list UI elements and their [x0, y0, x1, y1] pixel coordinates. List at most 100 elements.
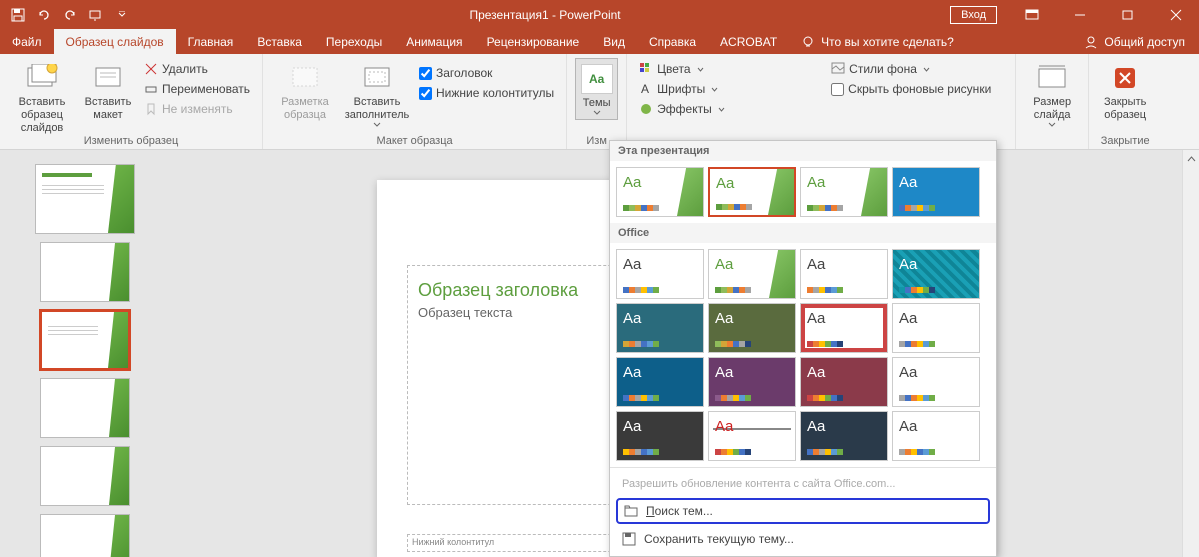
close-master-view-button[interactable]: Закрыть образец: [1097, 58, 1153, 126]
theme-item[interactable]: Aa: [892, 167, 980, 217]
group-size: Размер слайда: [1016, 54, 1089, 149]
theme-item[interactable]: Aa: [616, 357, 704, 407]
theme-item[interactable]: Aa: [800, 411, 888, 461]
preserve-button: Не изменять: [140, 100, 254, 118]
tab-review[interactable]: Рецензирование: [475, 29, 592, 54]
theme-item[interactable]: Aa: [800, 303, 888, 353]
placeholder-icon: [361, 62, 393, 94]
themes-button[interactable]: Aa Темы: [575, 58, 618, 120]
scroll-up-button[interactable]: [1183, 150, 1199, 167]
theme-item[interactable]: Aa: [892, 357, 980, 407]
theme-item[interactable]: Aa: [616, 167, 704, 217]
theme-item[interactable]: Aa: [616, 303, 704, 353]
master-thumbnail[interactable]: [35, 164, 135, 234]
themes-label: Темы: [583, 97, 611, 110]
redo-button[interactable]: [58, 3, 82, 27]
theme-item[interactable]: Aa: [708, 411, 796, 461]
start-from-beginning-button[interactable]: [84, 3, 108, 27]
save-current-theme-link[interactable]: Сохранить текущую тему...: [610, 526, 996, 552]
tab-slide-master[interactable]: Образец слайдов: [54, 29, 176, 54]
tab-file[interactable]: Файл: [0, 29, 54, 54]
qat-customize-button[interactable]: [110, 3, 134, 27]
themes-presentation-grid: AaAaAaAa: [610, 161, 996, 223]
ribbon-tabs: Файл Образец слайдов Главная Вставка Пер…: [0, 29, 1199, 54]
share-button[interactable]: Общий доступ: [1070, 35, 1199, 49]
window-controls: Вход: [950, 0, 1199, 29]
theme-item[interactable]: Aa: [708, 303, 796, 353]
signin-button[interactable]: Вход: [950, 6, 997, 24]
dropdown-section-office: Office: [610, 223, 996, 243]
chevron-down-icon: [697, 67, 704, 72]
theme-item[interactable]: Aa: [708, 167, 796, 217]
person-icon: [1084, 35, 1098, 49]
theme-item[interactable]: Aa: [800, 357, 888, 407]
layout-thumbnail-5[interactable]: [40, 514, 130, 557]
theme-item[interactable]: Aa: [892, 249, 980, 299]
insert-slide-master-button[interactable]: Вставить образец слайдов: [8, 58, 76, 139]
background-styles-button[interactable]: Стили фона: [827, 60, 1007, 78]
theme-item[interactable]: Aa: [616, 249, 704, 299]
tell-me-search[interactable]: Что вы хотите сделать?: [789, 35, 966, 49]
master-layout-icon: [289, 62, 321, 94]
folder-icon: [624, 504, 638, 518]
fonts-button[interactable]: AШрифты: [635, 80, 815, 98]
layout-thumbnail-2[interactable]: [40, 310, 130, 370]
layout-thumbnail-1[interactable]: [40, 242, 130, 302]
maximize-button[interactable]: [1105, 0, 1151, 29]
save-icon: [622, 532, 636, 546]
browse-themes-label: Поиск тем...: [646, 504, 713, 518]
colors-button[interactable]: Цвета: [635, 60, 815, 78]
effects-button[interactable]: Эффекты: [635, 100, 815, 118]
title-checkbox[interactable]: Заголовок: [415, 64, 558, 82]
theme-item[interactable]: Aa: [892, 411, 980, 461]
theme-item[interactable]: Aa: [708, 249, 796, 299]
tab-transitions[interactable]: Переходы: [314, 29, 394, 54]
close-master-label: Закрыть образец: [1104, 96, 1146, 122]
insert-layout-label: Вставить макет: [85, 96, 132, 122]
effects-icon: [639, 102, 653, 116]
slide-number-placeholder[interactable]: ‹#›: [377, 180, 402, 196]
ribbon: Вставить образец слайдов Вставить макет …: [0, 54, 1199, 150]
theme-item[interactable]: Aa: [616, 411, 704, 461]
slide-thumbnails-panel[interactable]: [0, 150, 170, 557]
insert-placeholder-label: Вставить заполнитель: [345, 96, 409, 122]
insert-placeholder-button[interactable]: Вставить заполнитель: [343, 58, 411, 131]
group-close: Закрыть образец Закрытие: [1089, 54, 1161, 149]
themes-icon: Aa: [581, 63, 613, 95]
layout-thumbnail-3[interactable]: [40, 378, 130, 438]
browse-themes-link[interactable]: Поиск тем...: [616, 498, 990, 524]
close-window-button[interactable]: [1153, 0, 1199, 29]
enable-office-content-link: Разрешить обновление контента с сайта Of…: [610, 472, 996, 496]
delete-button[interactable]: Удалить: [140, 60, 254, 78]
footers-checkbox[interactable]: Нижние колонтитулы: [415, 84, 558, 102]
save-button[interactable]: [6, 3, 30, 27]
tab-view[interactable]: Вид: [591, 29, 637, 54]
chevron-down-icon: [593, 110, 601, 115]
undo-button[interactable]: [32, 3, 56, 27]
theme-item[interactable]: Aa: [708, 357, 796, 407]
tab-acrobat[interactable]: ACROBAT: [708, 29, 789, 54]
insert-layout-button[interactable]: Вставить макет: [80, 58, 136, 126]
hide-background-checkbox[interactable]: Скрыть фоновые рисунки: [827, 80, 1007, 98]
layout-thumbnail-4[interactable]: [40, 446, 130, 506]
vertical-scrollbar[interactable]: [1182, 150, 1199, 557]
minimize-button[interactable]: [1057, 0, 1103, 29]
ribbon-display-options-button[interactable]: [1009, 0, 1055, 29]
group-background: Цвета AШрифты Эффекты Стили фона Скрыть …: [627, 54, 1016, 149]
group-edit-master-label: Изменить образец: [0, 135, 262, 147]
fonts-icon: A: [639, 82, 653, 96]
master-layout-button: Разметка образца: [271, 58, 339, 126]
theme-item[interactable]: Aa: [800, 249, 888, 299]
slide-size-button[interactable]: Размер слайда: [1024, 58, 1080, 131]
tab-home[interactable]: Главная: [176, 29, 246, 54]
slide-master-icon: [26, 62, 58, 94]
rename-button[interactable]: Переименовать: [140, 80, 254, 98]
dropdown-section-presentation: Эта презентация: [610, 141, 996, 161]
chevron-down-icon: [711, 87, 718, 92]
theme-item[interactable]: Aa: [800, 167, 888, 217]
tab-animations[interactable]: Анимация: [394, 29, 474, 54]
tab-help[interactable]: Справка: [637, 29, 708, 54]
theme-item[interactable]: Aa: [892, 303, 980, 353]
tab-insert[interactable]: Вставка: [245, 29, 314, 54]
chevron-down-icon: [718, 107, 725, 112]
